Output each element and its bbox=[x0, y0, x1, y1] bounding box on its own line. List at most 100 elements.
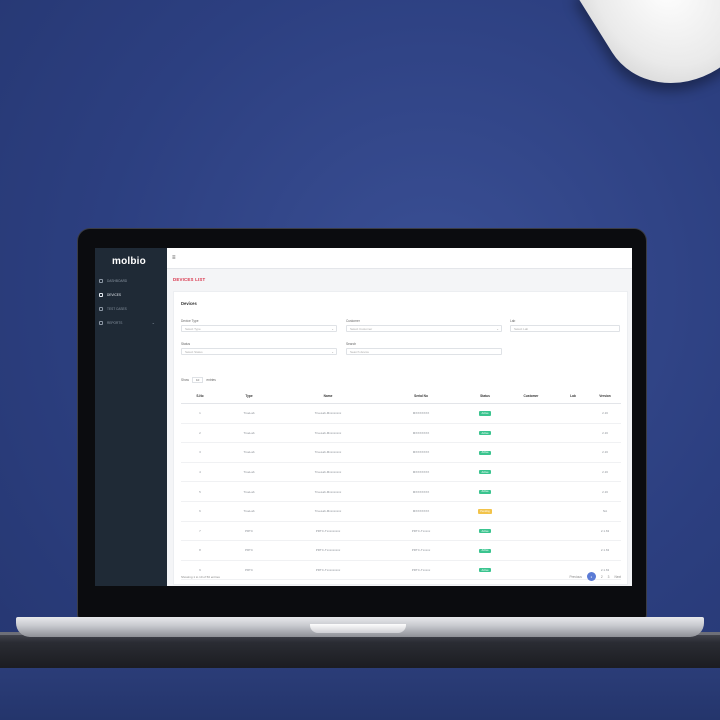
search-label: Search bbox=[346, 342, 357, 346]
cell-serial: MXXXXXXX bbox=[377, 442, 465, 463]
cell-type: PRTC bbox=[219, 521, 279, 542]
status-badge: Active bbox=[479, 411, 491, 416]
cell-lab bbox=[557, 403, 589, 424]
prev-page-button[interactable]: Previous bbox=[569, 575, 581, 579]
cell-name: PRTC-Txxxxxxxxx bbox=[279, 540, 377, 561]
column-header[interactable]: Lab bbox=[557, 389, 589, 404]
status-badge: Active bbox=[479, 548, 491, 553]
reports-icon bbox=[99, 320, 103, 325]
cell-type: TrueLab bbox=[219, 442, 279, 463]
molbio-logo[interactable]: molbio bbox=[112, 256, 146, 267]
page-button-current[interactable]: 1 bbox=[586, 572, 596, 581]
sidebar-item-dashboard[interactable]: DASHBOARD bbox=[99, 275, 161, 286]
laptop-screen: molbio DASHBOARD DEVICES TEST CASES REPO… bbox=[95, 248, 632, 586]
next-page-button[interactable]: Next bbox=[614, 575, 621, 579]
column-header[interactable]: Status bbox=[465, 389, 505, 404]
page-button[interactable]: 2 bbox=[601, 575, 603, 579]
logo-text: molbio bbox=[112, 256, 146, 267]
cell-status: Active bbox=[465, 579, 505, 586]
show-entries: Show 10 entries bbox=[181, 377, 216, 383]
customer-placeholder: Select Customer bbox=[350, 326, 373, 331]
cell-status: Active bbox=[465, 423, 505, 444]
sidebar-item-label: REPORTS bbox=[107, 320, 123, 325]
column-header[interactable]: Type bbox=[219, 389, 279, 404]
table-row[interactable]: 7 PRTC PRTC-Txxxxxxxxx PRTC-Txxxxx Active 2.1… bbox=[181, 521, 621, 542]
table-row[interactable]: 1 TrueLab TrueLab-Mxxxxxxxx MXXXXXXX Active 2… bbox=[181, 403, 621, 424]
devices-icon bbox=[99, 292, 103, 297]
cell-version: 2.1.63 bbox=[589, 521, 621, 542]
status-badge: Active bbox=[479, 470, 491, 475]
cell-status: Active bbox=[465, 560, 505, 581]
hamburger-icon[interactable]: ≡ bbox=[172, 255, 176, 261]
cell-sno: 5 bbox=[181, 481, 219, 502]
table-row[interactable]: 10PRTCPRTC-TxxxxxxxxxPRTC-TxxxxxActive2.… bbox=[181, 579, 621, 586]
column-header[interactable]: Customer bbox=[505, 389, 557, 404]
device-type-label: Device Type bbox=[181, 319, 199, 323]
cell-lab bbox=[557, 521, 589, 542]
cell-status: Active bbox=[465, 442, 505, 463]
cell-type: TrueLab bbox=[219, 423, 279, 444]
column-header[interactable]: Name bbox=[279, 389, 377, 404]
lab-label: Lab bbox=[510, 319, 516, 323]
column-header[interactable]: S.No bbox=[181, 389, 219, 404]
sidebar-item-label: DEVICES bbox=[107, 292, 121, 297]
status-badge: Pending bbox=[478, 509, 492, 514]
table-row[interactable]: 9 PRTC PRTC-Txxxxxxxxx PRTC-Txxxxx Active 2.1… bbox=[181, 560, 621, 581]
cell-sno: 4 bbox=[181, 462, 219, 483]
search-input[interactable]: Search device bbox=[346, 348, 502, 355]
cell-customer bbox=[505, 462, 557, 483]
status-badge: Active bbox=[479, 568, 491, 573]
table-row[interactable]: 3 TrueLab TrueLab-Mxxxxxxxx MXXXXXXX Active 2… bbox=[181, 442, 621, 463]
table-row[interactable]: 8 PRTC PRTC-Txxxxxxxxx PRTC-Txxxxx Active 2.1… bbox=[181, 540, 621, 561]
devices-card: Devices Device Type Select Type ⌄ Custom… bbox=[173, 291, 628, 586]
cell-name: TrueLab-Mxxxxxxxx bbox=[279, 462, 377, 483]
cell-version: NA bbox=[589, 501, 621, 522]
sidebar-item-test-cases[interactable]: TEST CASES bbox=[99, 303, 161, 314]
chevron-down-icon: ⌄ bbox=[331, 326, 334, 331]
cell-status: Active bbox=[465, 462, 505, 483]
customer-select[interactable]: Select Customer ⌄ bbox=[346, 325, 502, 332]
cell-status: Pending bbox=[465, 501, 505, 522]
chevron-down-icon: ⌄ bbox=[331, 349, 334, 354]
chevron-down-icon: ⌄ bbox=[151, 320, 155, 325]
lamp-shade bbox=[575, 0, 720, 112]
column-header[interactable]: Version bbox=[589, 389, 621, 404]
status-badge: Active bbox=[479, 489, 491, 494]
page-button[interactable]: 3 bbox=[608, 575, 610, 579]
cell-type: TrueLab bbox=[219, 462, 279, 483]
cell-status: Active bbox=[465, 540, 505, 561]
laptop-notch bbox=[310, 624, 406, 633]
table-row[interactable]: 5 TrueLab TrueLab-Mxxxxxxxx MXXXXXXX Active 2… bbox=[181, 481, 621, 502]
cell-version: 2.1.63 bbox=[589, 540, 621, 561]
cell-type: PRTC bbox=[219, 560, 279, 581]
sidebar-item-reports[interactable]: REPORTS ⌄ bbox=[99, 317, 161, 328]
cell-type: PRTC bbox=[219, 540, 279, 561]
table-row[interactable]: 6 TrueLab TrueLab-Mxxxxxxxx MXXXXXXX Pending… bbox=[181, 501, 621, 522]
entries-select[interactable]: 10 bbox=[191, 377, 204, 383]
cell-serial: MXXXXXXX bbox=[377, 403, 465, 424]
cell-serial: PRTC-Txxxxx bbox=[377, 540, 465, 561]
cell-version: 2.16 bbox=[589, 462, 621, 483]
cell-customer bbox=[505, 579, 557, 586]
cell-customer bbox=[505, 501, 557, 522]
sidebar-item-devices[interactable]: DEVICES bbox=[99, 289, 161, 300]
cell-serial: PRTC-Txxxxx bbox=[377, 579, 465, 586]
cell-serial: PRTC-Txxxxx bbox=[377, 560, 465, 581]
cell-customer bbox=[505, 442, 557, 463]
cell-status: Active bbox=[465, 521, 505, 542]
column-header[interactable]: Serial No bbox=[377, 389, 465, 404]
table-row[interactable]: 4 TrueLab TrueLab-Mxxxxxxxx MXXXXXXX Active 2… bbox=[181, 462, 621, 483]
page-title: DEVICES LIST bbox=[173, 277, 206, 282]
cell-version: 2.16 bbox=[589, 481, 621, 502]
cell-sno: 6 bbox=[181, 501, 219, 522]
sidebar-item-label: DASHBOARD bbox=[107, 278, 128, 283]
table-row[interactable]: 2 TrueLab TrueLab-Mxxxxxxxx MXXXXXXX Active 2… bbox=[181, 423, 621, 444]
status-select[interactable]: Select Status ⌄ bbox=[181, 348, 337, 355]
lab-select[interactable]: Select Lab bbox=[510, 325, 620, 332]
cell-customer bbox=[505, 521, 557, 542]
show-suffix: entries bbox=[206, 378, 216, 382]
device-type-select[interactable]: Select Type ⌄ bbox=[181, 325, 337, 332]
cell-name: TrueLab-Mxxxxxxxx bbox=[279, 481, 377, 502]
cell-status: Active bbox=[465, 403, 505, 424]
status-badge: Active bbox=[479, 450, 491, 455]
